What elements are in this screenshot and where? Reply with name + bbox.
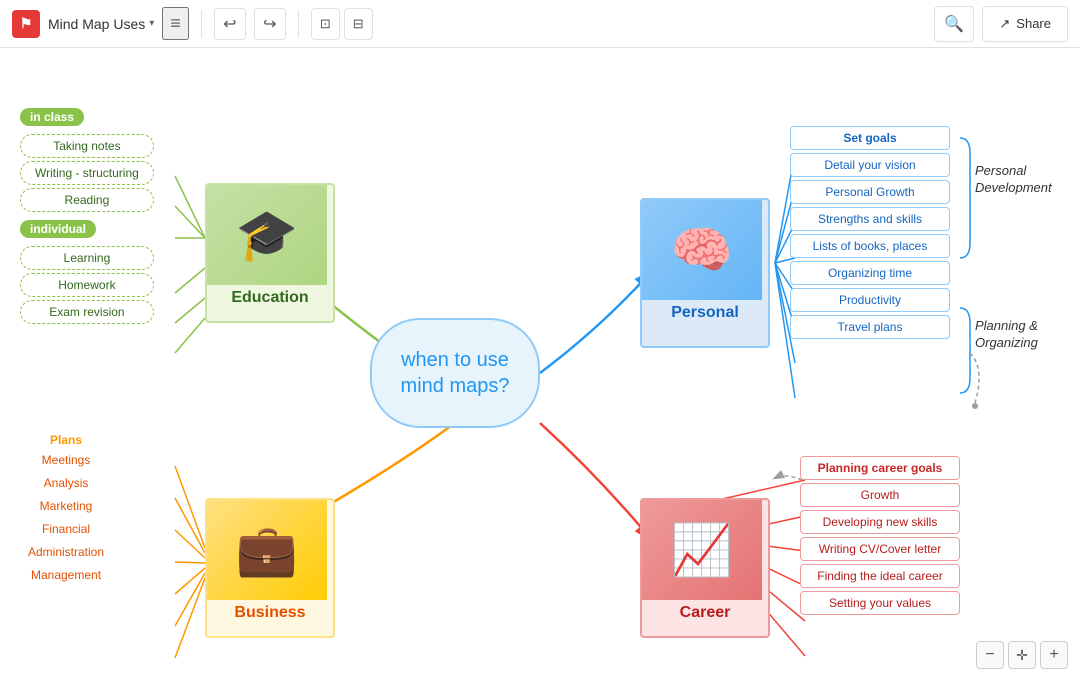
topbar-divider-2 — [298, 10, 299, 38]
share-icon: ↗ — [999, 16, 1010, 32]
personal-item-growth[interactable]: Personal Growth — [790, 180, 950, 204]
business-node[interactable]: 💼 Business — [205, 498, 335, 638]
zoom-out-button[interactable]: − — [976, 641, 1004, 669]
personal-item-productivity[interactable]: Productivity — [790, 288, 950, 312]
biz-item-analysis[interactable]: Analysis — [20, 473, 112, 493]
career-item-values[interactable]: Setting your values — [800, 591, 960, 615]
menu-button[interactable]: ≡ — [162, 7, 189, 40]
zoom-controls: − ✛ + — [976, 641, 1068, 669]
document-title[interactable]: Mind Map Uses — [48, 16, 145, 32]
career-item-growth[interactable]: Growth — [800, 483, 960, 507]
personal-image: 🧠 — [642, 200, 762, 300]
app-logo: ⚑ — [12, 10, 40, 38]
career-item-ideal[interactable]: Finding the ideal career — [800, 564, 960, 588]
undo-button[interactable]: ↩ — [214, 8, 246, 40]
personal-development-label: Personal Development — [975, 163, 1052, 197]
share-label: Share — [1016, 16, 1051, 31]
topbar: ⚑ Mind Map Uses ▾ ≡ ↩ ↪ ⊡ ⊟ 🔍 ↗ Share — [0, 0, 1080, 48]
edu-item-exam[interactable]: Exam revision — [20, 300, 154, 324]
layout-buttons: ⊡ ⊟ — [311, 8, 373, 40]
business-label: Business — [207, 600, 333, 626]
education-image: 🎓 — [207, 185, 327, 285]
insert-button[interactable]: ⊡ — [311, 8, 340, 40]
clone-button[interactable]: ⊟ — [344, 8, 373, 40]
career-image: 📈 — [642, 500, 762, 600]
edu-item-taking-notes[interactable]: Taking notes — [20, 134, 154, 158]
edu-item-writing[interactable]: Writing - structuring — [20, 161, 154, 185]
in-class-label: in class — [20, 108, 84, 126]
personal-item-travel[interactable]: Travel plans — [790, 315, 950, 339]
personal-item-strengths[interactable]: Strengths and skills — [790, 207, 950, 231]
title-area: Mind Map Uses ▾ — [48, 16, 154, 32]
center-text: when to use mind maps? — [401, 347, 510, 399]
career-item-skills[interactable]: Developing new skills — [800, 510, 960, 534]
biz-item-meetings[interactable]: Meetings — [20, 450, 112, 470]
search-button[interactable]: 🔍 — [934, 6, 974, 42]
personal-item-organizing[interactable]: Organizing time — [790, 261, 950, 285]
topbar-divider-1 — [201, 10, 202, 38]
logo-text: ⚑ — [20, 15, 33, 32]
personal-label: Personal — [642, 300, 768, 326]
personal-item-vision[interactable]: Detail your vision — [790, 153, 950, 177]
education-node[interactable]: 🎓 Education — [205, 183, 335, 323]
edu-item-homework[interactable]: Homework — [20, 273, 154, 297]
biz-item-marketing[interactable]: Marketing — [20, 496, 112, 516]
individual-label: individual — [20, 220, 96, 238]
business-branch: Plans Meetings Analysis Marketing Financ… — [20, 433, 112, 588]
career-item-cv[interactable]: Writing CV/Cover letter — [800, 537, 960, 561]
personal-branch: Set goals Detail your vision Personal Gr… — [790, 123, 950, 342]
business-header: Plans — [20, 433, 112, 447]
redo-button[interactable]: ↪ — [254, 8, 286, 40]
edu-item-learning[interactable]: Learning — [20, 246, 154, 270]
biz-item-management[interactable]: Management — [20, 565, 112, 585]
personal-item-goals[interactable]: Set goals — [790, 126, 950, 150]
canvas: when to use mind maps? 🎓 Education 🧠 Per… — [0, 48, 1080, 681]
planning-organizing-label: Planning & Organizing — [975, 318, 1038, 352]
education-branch: in class Taking notes Writing - structur… — [20, 108, 154, 327]
zoom-fit-button[interactable]: ✛ — [1008, 641, 1036, 669]
career-label: Career — [642, 600, 768, 626]
title-chevron-icon: ▾ — [149, 18, 154, 29]
personal-item-lists[interactable]: Lists of books, places — [790, 234, 950, 258]
career-branch: Planning career goals Growth Developing … — [800, 453, 960, 618]
biz-item-admin[interactable]: Administration — [20, 542, 112, 562]
biz-item-financial[interactable]: Financial — [20, 519, 112, 539]
career-item-planning[interactable]: Planning career goals — [800, 456, 960, 480]
center-node[interactable]: when to use mind maps? — [370, 318, 540, 428]
education-label: Education — [207, 285, 333, 311]
personal-node[interactable]: 🧠 Personal — [640, 198, 770, 348]
share-button[interactable]: ↗ Share — [982, 6, 1068, 42]
career-node[interactable]: 📈 Career — [640, 498, 770, 638]
edu-item-reading[interactable]: Reading — [20, 188, 154, 212]
zoom-in-button[interactable]: + — [1040, 641, 1068, 669]
business-image: 💼 — [207, 500, 327, 600]
